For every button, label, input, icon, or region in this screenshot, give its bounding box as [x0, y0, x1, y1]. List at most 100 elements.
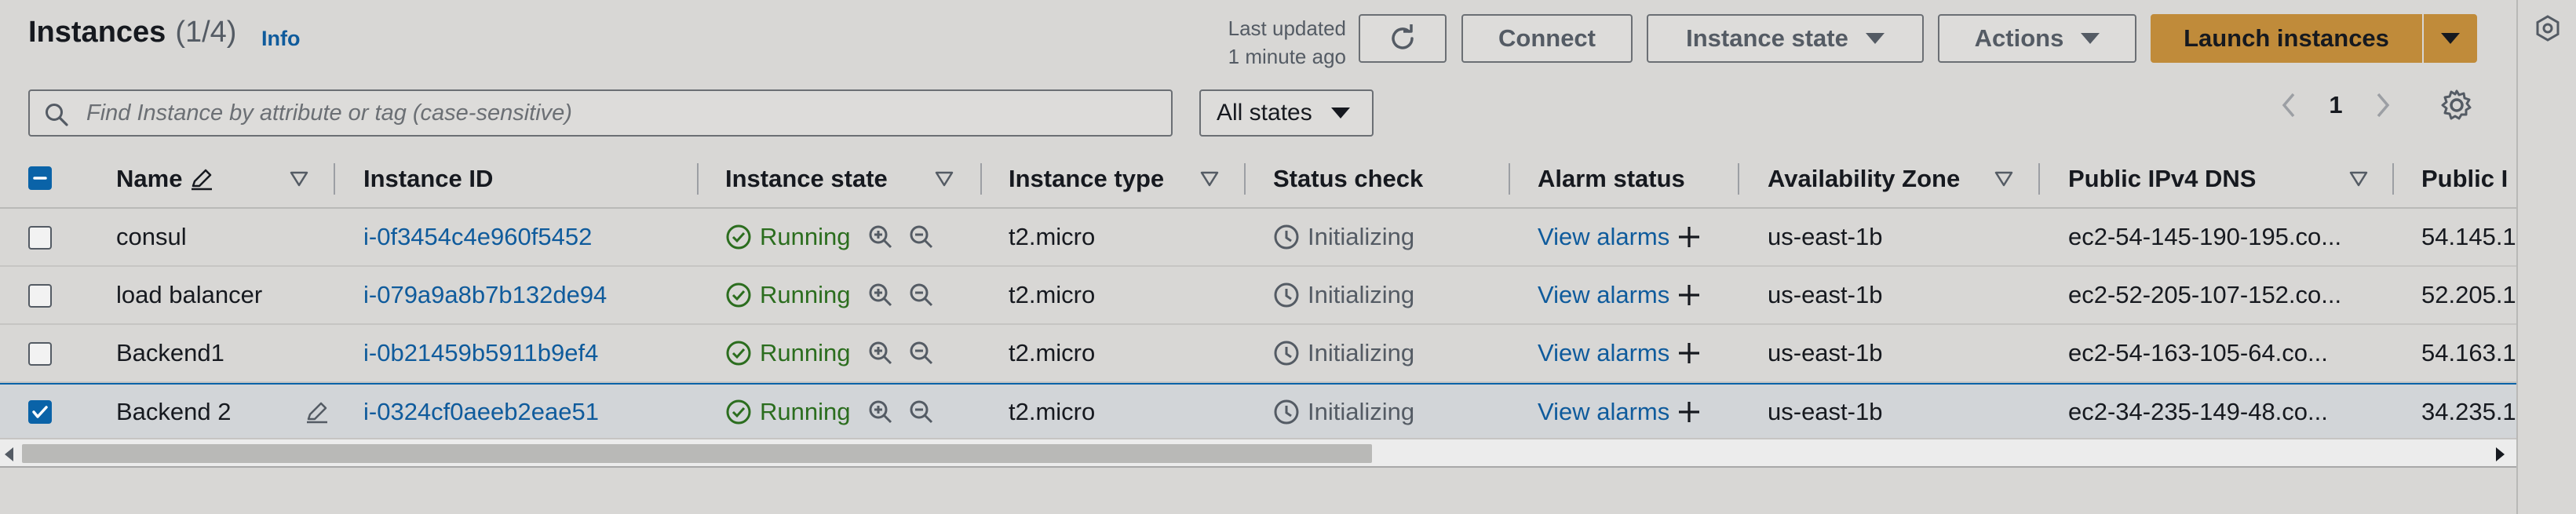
column-header-public-ipv4-dns[interactable]: Public IPv4 DNS — [2068, 149, 2256, 209]
column-label: Name — [116, 165, 183, 192]
scrollbar-thumb[interactable] — [22, 444, 1372, 463]
column-header-alarm-status[interactable]: Alarm status — [1538, 149, 1685, 209]
column-divider[interactable] — [2038, 163, 2040, 195]
column-divider[interactable] — [1738, 163, 1739, 195]
instance-type: t2.micro — [1009, 339, 1096, 366]
instance-id-link[interactable]: i-0324cf0aeeb2eae51 — [363, 385, 599, 439]
clock-icon — [1274, 341, 1299, 366]
sort-down-icon[interactable] — [289, 170, 309, 188]
caret-down-icon — [1330, 108, 1350, 118]
sort-down-icon[interactable] — [934, 170, 954, 188]
column-header-instance-state[interactable]: Instance state — [725, 149, 888, 209]
instance-name: consul — [116, 223, 187, 250]
instance-name-cell: Backend 2 — [116, 385, 330, 439]
view-alarms-link[interactable]: View alarms — [1538, 223, 1669, 251]
view-alarms-link[interactable]: View alarms — [1538, 281, 1669, 309]
column-divider[interactable] — [334, 163, 335, 195]
scroll-left-arrow-icon[interactable] — [5, 447, 13, 461]
search-input[interactable] — [30, 91, 1171, 135]
column-label: Public I — [2421, 165, 2508, 192]
row-checkbox[interactable] — [28, 342, 52, 366]
zoom-out-icon[interactable] — [908, 282, 935, 308]
table-row[interactable]: load balancer i-079a9a8b7b132de94 Runnin… — [0, 267, 2516, 325]
status-check-cell: Initializing — [1273, 385, 1414, 439]
instances-table: Name Instance ID Instance state Instance… — [0, 149, 2516, 441]
refresh-button[interactable] — [1359, 14, 1447, 63]
public-ip: 54.145.1 — [2421, 223, 2516, 250]
view-alarms-link[interactable]: View alarms — [1538, 398, 1669, 426]
search-field[interactable] — [28, 89, 1173, 137]
zoom-in-icon[interactable] — [867, 399, 894, 425]
column-divider[interactable] — [980, 163, 982, 195]
check-circle-icon — [726, 224, 751, 250]
instance-id-link[interactable]: i-0b21459b5911b9ef4 — [363, 325, 598, 381]
sort-down-icon[interactable] — [2348, 170, 2369, 188]
info-link[interactable]: Info — [261, 27, 300, 51]
sort-down-icon[interactable] — [1199, 170, 1220, 188]
table-row-selected[interactable]: Backend 2 i-0324cf0aeeb2eae51 Running t2… — [0, 383, 2516, 441]
previous-page-button[interactable] — [2268, 85, 2309, 126]
public-ip: 54.163.1 — [2421, 339, 2516, 366]
zoom-out-icon[interactable] — [908, 399, 935, 425]
table-row[interactable]: consul i-0f3454c4e960f5452 Running t2.mi… — [0, 209, 2516, 267]
connect-button[interactable]: Connect — [1461, 14, 1633, 63]
minus-icon — [33, 177, 47, 180]
view-alarms-link[interactable]: View alarms — [1538, 339, 1669, 367]
current-page-number[interactable]: 1 — [2309, 91, 2363, 119]
scroll-right-arrow-icon[interactable] — [2496, 447, 2505, 461]
sort-down-icon[interactable] — [1994, 170, 2014, 188]
column-divider[interactable] — [1244, 163, 1246, 195]
column-header-status-check[interactable]: Status check — [1273, 149, 1423, 209]
row-checkbox[interactable] — [28, 226, 52, 250]
instance-state-cell: Running — [725, 209, 935, 265]
gear-icon[interactable] — [2438, 86, 2476, 124]
column-header-availability-zone[interactable]: Availability Zone — [1768, 149, 1960, 209]
column-header-public-ip[interactable]: Public I — [2421, 149, 2508, 209]
instance-id-link[interactable]: i-0f3454c4e960f5452 — [363, 209, 592, 265]
hexagon-settings-icon[interactable] — [2534, 14, 2562, 42]
zoom-in-icon[interactable] — [867, 282, 894, 308]
selection-count: (1/4) — [175, 16, 237, 49]
launch-instances-menu-button[interactable] — [2424, 14, 2477, 63]
column-divider[interactable] — [1509, 163, 1510, 195]
horizontal-scrollbar[interactable] — [0, 438, 2516, 468]
chevron-right-icon — [2377, 93, 2390, 118]
plus-icon[interactable] — [1676, 224, 1702, 250]
instance-state-dropdown[interactable]: Instance state — [1647, 14, 1924, 63]
plus-icon[interactable] — [1676, 282, 1702, 308]
launch-instances-button[interactable]: Launch instances — [2151, 14, 2422, 63]
zoom-in-icon[interactable] — [867, 340, 894, 366]
states-filter-value: All states — [1217, 100, 1312, 126]
edit-icon[interactable] — [304, 399, 330, 425]
column-divider[interactable] — [697, 163, 699, 195]
zoom-out-icon[interactable] — [908, 224, 935, 250]
table-header: Name Instance ID Instance state Instance… — [0, 149, 2516, 209]
select-all-checkbox[interactable] — [28, 166, 52, 190]
column-header-name[interactable]: Name — [116, 149, 215, 209]
chevron-left-icon — [2282, 93, 2295, 118]
zoom-out-icon[interactable] — [908, 340, 935, 366]
table-row[interactable]: Backend1 i-0b21459b5911b9ef4 Running t2.… — [0, 325, 2516, 383]
column-divider[interactable] — [2392, 163, 2394, 195]
clock-icon — [1274, 224, 1299, 250]
instance-state-cell: Running — [725, 385, 935, 439]
next-page-button[interactable] — [2363, 85, 2403, 126]
column-label: Instance ID — [363, 165, 494, 192]
column-label: Alarm status — [1538, 165, 1685, 192]
instance-name: load balancer — [116, 281, 263, 308]
plus-icon[interactable] — [1676, 340, 1702, 366]
row-checkbox[interactable] — [28, 284, 52, 308]
instance-type: t2.micro — [1009, 281, 1096, 308]
column-header-instance-type[interactable]: Instance type — [1009, 149, 1164, 209]
row-checkbox[interactable] — [28, 400, 52, 424]
column-header-instance-id[interactable]: Instance ID — [363, 149, 493, 209]
instance-id-link[interactable]: i-079a9a8b7b132de94 — [363, 267, 607, 323]
plus-icon[interactable] — [1676, 399, 1702, 425]
zoom-in-icon[interactable] — [867, 224, 894, 250]
instances-panel: Instances (1/4) Info Last updated 1 minu… — [0, 0, 2516, 471]
status-check-text: Initializing — [1308, 398, 1415, 425]
availability-zone: us-east-1b — [1768, 398, 1883, 425]
alarm-status-cell: View alarms — [1538, 209, 1702, 265]
states-filter-select[interactable]: All states — [1199, 89, 1374, 137]
actions-dropdown[interactable]: Actions — [1938, 14, 2136, 63]
